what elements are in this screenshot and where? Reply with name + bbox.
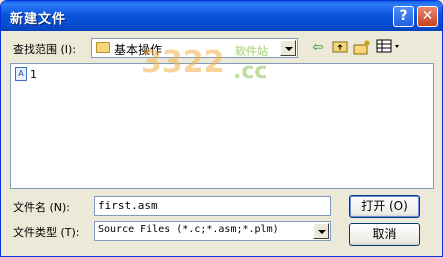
title-bar: 新建文件 ? ✕ bbox=[1, 1, 442, 31]
up-folder-icon[interactable] bbox=[331, 39, 349, 57]
filetype-dropdown[interactable]: Source Files (*.c;*.asm;*.plm) bbox=[94, 221, 331, 241]
watermark-number: 3322 bbox=[141, 45, 225, 80]
help-button[interactable]: ? bbox=[393, 6, 414, 27]
chevron-down-icon[interactable] bbox=[313, 223, 329, 239]
watermark-domain: .cc bbox=[233, 59, 268, 84]
filetype-value: Source Files (*.c;*.asm;*.plm) bbox=[98, 224, 279, 235]
watermark-logo: 3322 .cc 软件站 bbox=[141, 45, 301, 95]
list-item[interactable]: A 1 bbox=[15, 67, 37, 81]
file-icon: A bbox=[15, 67, 27, 81]
cancel-button[interactable]: 取消 bbox=[349, 223, 420, 246]
filetype-label: 文件类型 (T): bbox=[13, 226, 80, 239]
new-folder-icon[interactable] bbox=[353, 39, 371, 57]
window-title: 新建文件 bbox=[10, 12, 67, 27]
view-menu-icon[interactable] bbox=[376, 39, 402, 57]
filename-field[interactable]: first.asm bbox=[94, 196, 331, 216]
lookin-label: 查找范围 (I): bbox=[13, 43, 77, 56]
open-button[interactable]: 打开 (O) bbox=[349, 195, 420, 218]
file-name: 1 bbox=[30, 67, 37, 81]
back-arrow-icon[interactable]: ⇦ bbox=[309, 39, 327, 57]
folder-icon bbox=[96, 42, 110, 53]
new-file-dialog: 新建文件 ? ✕ 查找范围 (I): 基本操作 ⇦ A 1 3322 .cc 软… bbox=[0, 0, 443, 257]
filename-label: 文件名 (N): bbox=[13, 201, 71, 214]
close-button[interactable]: ✕ bbox=[417, 6, 438, 27]
watermark-site: 软件站 bbox=[235, 45, 268, 58]
